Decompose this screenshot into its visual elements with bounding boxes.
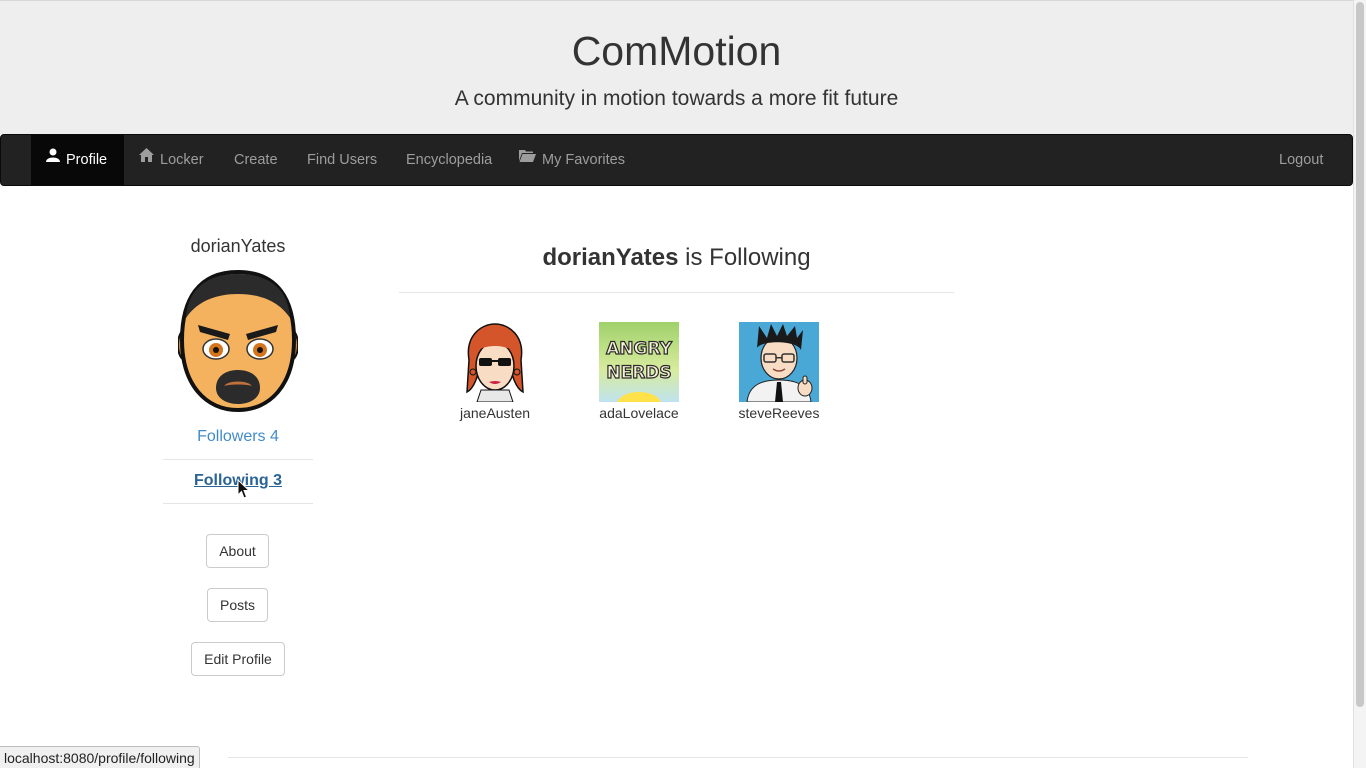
user-avatar[interactable]	[455, 322, 535, 403]
following-username[interactable]: steveReeves	[736, 405, 822, 421]
home-icon	[139, 133, 154, 183]
nav-profile[interactable]: Profile	[31, 135, 124, 185]
page-title-suffix: is Following	[678, 244, 811, 271]
user-avatar[interactable]: ANGRY NERDS	[599, 322, 679, 416]
folder-open-icon	[519, 133, 536, 183]
edit-profile-button[interactable]: Edit Profile	[191, 642, 285, 676]
footer-divider	[228, 757, 1248, 758]
following-username[interactable]: adaLovelace	[596, 405, 682, 421]
nav-locker-label: Locker	[160, 152, 204, 168]
browser-status-bar: localhost:8080/profile/following	[0, 746, 200, 768]
site-header: ComMotion A community in motion towards …	[0, 0, 1353, 134]
site-title: ComMotion	[571, 28, 782, 74]
page-title: dorianYates is Following	[399, 244, 954, 272]
nav-logout[interactable]: Logout	[1264, 135, 1338, 185]
followers-link[interactable]: Followers 4	[163, 428, 313, 446]
main-navbar: Profile Locker Create Find Users Encyclo…	[0, 134, 1353, 186]
following-username[interactable]: janeAusten	[455, 405, 535, 421]
profile-avatar	[177, 269, 299, 413]
nav-find-users[interactable]: Find Users	[292, 135, 392, 185]
angry-nerds-text-1: ANGRY	[606, 339, 672, 359]
scrollbar-thumb[interactable]	[1356, 2, 1364, 707]
following-user-card[interactable]: janeAusten	[455, 322, 535, 421]
page-title-user: dorianYates	[542, 244, 679, 271]
angry-nerds-text-2: NERDS	[606, 363, 671, 383]
following-user-card[interactable]: ANGRY NERDS adaLovelace	[596, 322, 682, 421]
sidebar-divider	[163, 459, 313, 460]
site-tagline: A community in motion towards a more fit…	[454, 87, 899, 110]
profile-username: dorianYates	[190, 236, 286, 256]
nav-locker[interactable]: Locker	[124, 135, 219, 185]
sidebar-divider	[163, 503, 313, 504]
about-button[interactable]: About	[206, 534, 269, 568]
nav-my-favorites-label: My Favorites	[542, 152, 625, 168]
nav-create[interactable]: Create	[219, 135, 293, 185]
nav-profile-label: Profile	[66, 152, 108, 168]
following-user-card[interactable]: steveReeves	[736, 322, 822, 421]
nav-my-favorites[interactable]: My Favorites	[504, 135, 640, 185]
heading-divider	[399, 292, 954, 293]
posts-button[interactable]: Posts	[207, 588, 268, 622]
mouse-cursor-icon	[237, 478, 251, 499]
nav-encyclopedia[interactable]: Encyclopedia	[391, 135, 507, 185]
user-avatar[interactable]	[739, 322, 819, 403]
user-icon	[46, 133, 60, 183]
vertical-scrollbar[interactable]	[1353, 0, 1366, 768]
